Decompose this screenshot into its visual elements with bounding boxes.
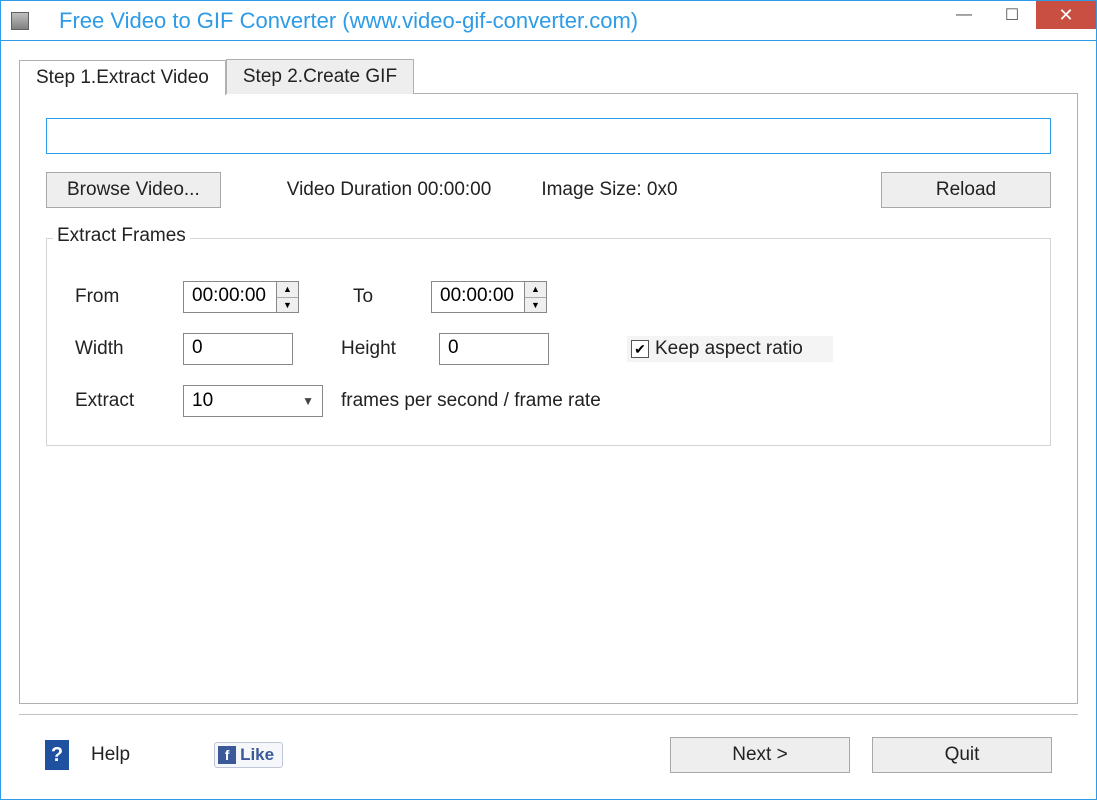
frame-rate-label: frames per second / frame rate [341,390,601,412]
app-icon [11,12,29,30]
minimize-button[interactable]: — [940,1,988,29]
reload-button[interactable]: Reload [881,172,1051,208]
image-size-label: Image Size: 0x0 [541,179,677,201]
chevron-down-icon[interactable]: ▼ [525,298,546,313]
chevron-up-icon[interactable]: ▲ [277,282,298,298]
client-area: Step 1.Extract Video Step 2.Create GIF B… [1,41,1096,799]
size-row: Width 0 Height 0 ✔ Keep aspect ratio [75,333,1022,365]
from-time-value[interactable]: 00:00:00 [184,282,276,312]
from-spin-buttons[interactable]: ▲ ▼ [276,282,298,312]
app-window: Free Video to GIF Converter (www.video-g… [0,0,1097,800]
frame-rate-select[interactable]: 10 ▼ [183,385,323,417]
checkbox-icon[interactable]: ✔ [631,340,649,358]
extract-frames-group: Extract Frames From 00:00:00 ▲ ▼ To 00:0… [46,238,1051,446]
window-title: Free Video to GIF Converter (www.video-g… [39,8,940,34]
keep-aspect-checkbox[interactable]: ✔ Keep aspect ratio [627,336,833,362]
footer-bar: ? Help f Like Next > Quit [19,714,1078,799]
like-label: Like [240,745,274,765]
facebook-icon: f [218,746,236,764]
close-button[interactable]: ✕ [1036,1,1096,29]
from-label: From [75,286,165,308]
time-row: From 00:00:00 ▲ ▼ To 00:00:00 ▲ ▼ [75,281,1022,313]
extract-label: Extract [75,390,165,412]
extract-row: Extract 10 ▼ frames per second / frame r… [75,385,1022,417]
quit-button[interactable]: Quit [872,737,1052,773]
browse-video-button[interactable]: Browse Video... [46,172,221,208]
tab-extract-video[interactable]: Step 1.Extract Video [19,60,226,95]
keep-aspect-label: Keep aspect ratio [655,338,803,360]
to-label: To [353,286,413,308]
tab-bar: Step 1.Extract Video Step 2.Create GIF [19,59,1078,94]
width-input[interactable]: 0 [183,333,293,365]
video-path-input[interactable] [46,118,1051,154]
titlebar: Free Video to GIF Converter (www.video-g… [1,1,1096,41]
info-row: Browse Video... Video Duration 00:00:00 … [46,172,1051,208]
width-label: Width [75,338,165,360]
height-input[interactable]: 0 [439,333,549,365]
maximize-button[interactable]: ☐ [988,1,1036,29]
tab-panel: Browse Video... Video Duration 00:00:00 … [19,93,1078,704]
next-button[interactable]: Next > [670,737,850,773]
help-icon[interactable]: ? [45,740,69,770]
tab-create-gif[interactable]: Step 2.Create GIF [226,59,414,94]
height-label: Height [341,338,421,360]
to-time-spinner[interactable]: 00:00:00 ▲ ▼ [431,281,547,313]
to-spin-buttons[interactable]: ▲ ▼ [524,282,546,312]
from-time-spinner[interactable]: 00:00:00 ▲ ▼ [183,281,299,313]
video-duration-label: Video Duration 00:00:00 [287,179,492,201]
group-title: Extract Frames [53,225,190,247]
facebook-like-button[interactable]: f Like [214,742,283,768]
chevron-up-icon[interactable]: ▲ [525,282,546,298]
chevron-down-icon: ▼ [302,394,314,408]
window-controls: — ☐ ✕ [940,1,1096,40]
frame-rate-value: 10 [192,390,213,412]
to-time-value[interactable]: 00:00:00 [432,282,524,312]
chevron-down-icon[interactable]: ▼ [277,298,298,313]
help-label[interactable]: Help [91,744,130,766]
